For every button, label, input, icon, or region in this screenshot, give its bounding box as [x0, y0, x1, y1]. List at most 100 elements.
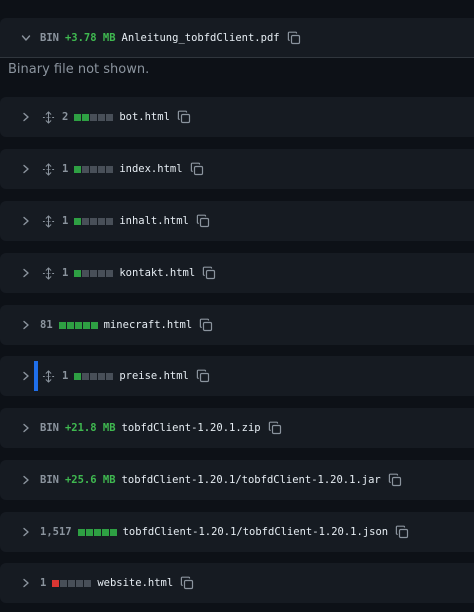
diffstat-added-block	[101, 528, 109, 536]
diffstat-neutral-block	[106, 165, 114, 173]
chevron-right-icon[interactable]	[18, 265, 34, 281]
diffstat-neutral-block	[98, 269, 106, 277]
chevron-right-icon[interactable]	[18, 213, 34, 229]
unfold-icon[interactable]	[40, 368, 56, 384]
change-count: 1	[62, 163, 69, 175]
selection-marker	[34, 361, 38, 391]
unfold-icon[interactable]	[40, 161, 56, 177]
change-count: 1	[40, 577, 47, 589]
diffstat-neutral-block	[84, 579, 92, 587]
diffstat-neutral-block	[106, 372, 114, 380]
chevron-right-icon[interactable]	[18, 368, 34, 384]
diffstat-neutral-block	[68, 579, 76, 587]
copy-icon[interactable]	[198, 317, 214, 333]
diffstat-added-block	[74, 165, 82, 173]
change-count: 1	[62, 215, 69, 227]
copy-icon[interactable]	[195, 368, 211, 384]
diffstat-deleted-block	[52, 579, 60, 587]
copy-icon[interactable]	[201, 265, 217, 281]
diffstat-neutral-block	[82, 165, 90, 173]
diffstat-added-block	[85, 528, 93, 536]
file-header[interactable]: BIN +3.78 MB Anleitung_tobfdClient.pdf	[0, 18, 474, 58]
diffstat-bar	[74, 113, 114, 121]
file-name[interactable]: bot.html	[119, 111, 170, 123]
diffstat-added-block	[90, 321, 98, 329]
size-change: +25.6 MB	[64, 474, 116, 486]
diffstat-neutral-block	[90, 269, 98, 277]
unfold-icon[interactable]	[40, 213, 56, 229]
chevron-right-icon[interactable]	[18, 109, 34, 125]
binary-label: BIN	[40, 31, 59, 44]
file-name[interactable]: kontakt.html	[119, 267, 195, 279]
copy-icon[interactable]	[195, 213, 211, 229]
unfold-icon[interactable]	[40, 265, 56, 281]
copy-icon[interactable]	[394, 524, 410, 540]
diffstat-neutral-block	[60, 579, 68, 587]
file-header[interactable]: BIN +21.8 MB tobfdClient-1.20.1.zip	[0, 408, 474, 448]
size-change: +3.78 MB	[64, 31, 116, 44]
diffstat-neutral-block	[98, 372, 106, 380]
diffstat-added-block	[74, 321, 82, 329]
file-header[interactable]: 1,517 tobfdClient-1.20.1/tobfdClient-1.20…	[0, 512, 474, 552]
copy-icon[interactable]	[387, 472, 403, 488]
diffstat-added-block	[66, 321, 74, 329]
diffstat-neutral-block	[98, 217, 106, 225]
file-name[interactable]: inhalt.html	[119, 215, 189, 227]
binary-file-note: Binary file not shown.	[8, 62, 150, 77]
chevron-right-icon[interactable]	[18, 524, 34, 540]
diffstat-bar	[77, 528, 117, 536]
diffstat-neutral-block	[106, 269, 114, 277]
change-count: 81	[40, 319, 53, 331]
file-header[interactable]: 1 inhalt.html	[0, 201, 474, 241]
copy-icon[interactable]	[267, 420, 283, 436]
file-name[interactable]: tobfdClient-1.20.1/tobfdClient-1.20.1.ja…	[122, 474, 381, 486]
chevron-right-icon[interactable]	[18, 420, 34, 436]
file-header[interactable]: 1 website.html	[0, 563, 474, 603]
diffstat-added-block	[74, 113, 82, 121]
diffstat-neutral-block	[98, 165, 106, 173]
file-header[interactable]: 81 minecraft.html	[0, 305, 474, 345]
chevron-right-icon[interactable]	[18, 472, 34, 488]
file-name[interactable]: index.html	[119, 163, 182, 175]
file-header[interactable]: 2 bot.html	[0, 97, 474, 137]
file-header[interactable]: 1 kontakt.html	[0, 253, 474, 293]
change-count: 2	[62, 111, 69, 123]
copy-icon[interactable]	[189, 161, 205, 177]
chevron-right-icon[interactable]	[18, 575, 34, 591]
file-name[interactable]: tobfdClient-1.20.1/tobfdClient-1.20.1.js…	[123, 526, 389, 538]
binary-label: BIN	[40, 474, 59, 486]
copy-icon[interactable]	[286, 30, 302, 46]
diffstat-neutral-block	[76, 579, 84, 587]
file-header[interactable]: BIN +25.6 MB tobfdClient-1.20.1/tobfdClien…	[0, 460, 474, 500]
diffstat-neutral-block	[106, 217, 114, 225]
diffstat-added-block	[109, 528, 117, 536]
diffstat-added-block	[74, 372, 82, 380]
file-name[interactable]: Anleitung_tobfdClient.pdf	[122, 32, 280, 44]
diffstat-neutral-block	[82, 269, 90, 277]
size-change: +21.8 MB	[64, 422, 116, 434]
diffstat-bar	[74, 165, 114, 173]
unfold-icon[interactable]	[40, 109, 56, 125]
copy-icon[interactable]	[176, 109, 192, 125]
chevron-down-icon[interactable]	[18, 30, 34, 46]
diffstat-added-block	[74, 217, 82, 225]
file-header[interactable]: 1 preise.html	[0, 356, 474, 396]
diffstat-bar	[74, 372, 114, 380]
diffstat-neutral-block	[90, 217, 98, 225]
file-name[interactable]: tobfdClient-1.20.1.zip	[122, 422, 261, 434]
diffstat-neutral-block	[82, 372, 90, 380]
diffstat-bar	[58, 321, 98, 329]
chevron-right-icon[interactable]	[18, 317, 34, 333]
diffstat-added-block	[58, 321, 66, 329]
diffstat-bar	[74, 269, 114, 277]
file-name[interactable]: website.html	[97, 577, 173, 589]
binary-label: BIN	[40, 422, 59, 434]
file-header[interactable]: 1 index.html	[0, 149, 474, 189]
diffstat-added-block	[77, 528, 85, 536]
copy-icon[interactable]	[179, 575, 195, 591]
file-name[interactable]: preise.html	[119, 370, 189, 382]
diffstat-bar	[52, 579, 92, 587]
change-count: 1	[62, 370, 69, 382]
file-name[interactable]: minecraft.html	[104, 319, 193, 331]
chevron-right-icon[interactable]	[18, 161, 34, 177]
